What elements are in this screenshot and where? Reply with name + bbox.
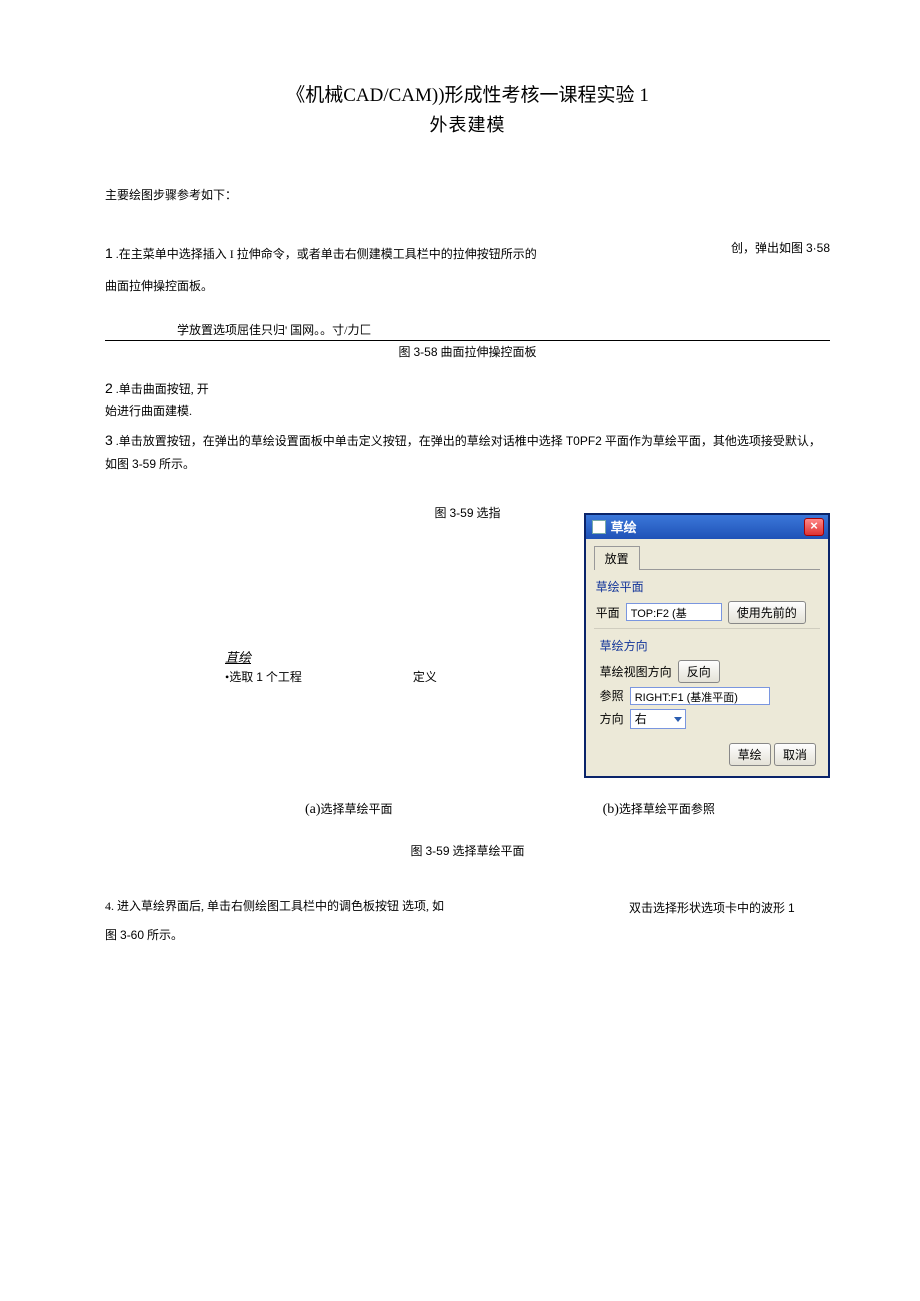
step1-right-a: 创，弹出如图 [731, 241, 803, 255]
sketch-heading: 苴绘 [225, 647, 464, 666]
sketch-panel-left: 苴绘 •选取 1 个工程 定义 [105, 513, 464, 685]
group-sketch-direction: 草绘方向 [600, 637, 816, 654]
ab-label-row: (a)选择草绘平面 (b)选择草绘平面参照 [105, 800, 830, 818]
sel-a: •选取 [225, 670, 253, 684]
group-sketch-plane: 草绘平面 [596, 578, 820, 595]
s4l2-b: 3-60 [120, 928, 144, 942]
dialog-title: 草绘 [611, 517, 637, 536]
step3-a: .单击放置按钮，在弹出的草绘设置面板中单击定义按钮，在弹出的草绘对话椎中选择 [113, 434, 563, 448]
cancel-button[interactable]: 取消 [774, 743, 816, 766]
figure-3-59-caption: 图 3-59 选择草绘平面 [105, 842, 830, 859]
step3-text: 3 .单击放置按钮，在弹出的草绘设置面板中单击定义按钮，在弹出的草绘对话椎中选择… [105, 427, 830, 476]
fig358-a: 图 [398, 345, 410, 359]
title-part-b: CAD/CAM)) [343, 85, 444, 106]
label-b-text: 选择草绘平面参照 [619, 802, 715, 816]
step1-num: 1 [105, 245, 113, 261]
step4-r-b: 1 [788, 901, 795, 915]
plane-label: 平面 [596, 604, 620, 621]
close-icon[interactable]: × [804, 518, 824, 536]
direction-label: 方向 [600, 710, 624, 727]
label-a-text: 选择草绘平面 [321, 802, 393, 816]
fig359p-c: 选指 [474, 506, 501, 520]
use-previous-button[interactable]: 使用先前的 [728, 601, 806, 624]
fig359-c: 选择草绘平面 [450, 844, 525, 858]
s4l2-c: 所示。 [144, 928, 183, 942]
divider-line [105, 340, 830, 341]
s4l2-a: 图 [105, 928, 117, 942]
figure-3-58-caption: 图 3-58 曲面拉伸操控面板 [105, 343, 830, 360]
doc-title-line1: 《机械CAD/CAM))形成性考核一课程实验 1 [105, 80, 830, 107]
tab-placement[interactable]: 放置 [594, 546, 640, 570]
step1-line2: 曲面拉伸操控面板。 [105, 276, 830, 298]
fig358-c: 曲面拉伸操控面板 [438, 345, 537, 359]
sel-b: 1 [256, 670, 263, 684]
dialog-tabstrip: 放置 [594, 545, 820, 570]
step1-text: .在主菜单中选择插入 I 拉伸命令，或者单击右侧建模工具栏中的拉伸按钮所示的 [113, 247, 537, 261]
indent-line: 学放置选项屈佳只归' 国网。。寸/力匚 [177, 321, 830, 338]
sel-c: 个工程 [263, 670, 302, 684]
step3-e: 所示。 [156, 457, 195, 471]
step3-b: T0PF2 [566, 434, 602, 448]
title-part-d: 1 [639, 85, 649, 106]
step2-line2: 始进行曲面建模. [105, 402, 830, 419]
fig359-b: 3-59 [425, 844, 449, 858]
intro-text: 主要绘图步骤参考如下： [105, 185, 830, 207]
step4-right: 双击选择形状选项卡中的波形 1 [545, 895, 795, 920]
plane-input[interactable]: TOP:F2 (基 [626, 603, 722, 621]
define-label: 定义 [413, 668, 437, 685]
step3-d: 3-59 [132, 457, 156, 471]
step4-left: 4. 进入草绘界面后, 单击右侧绘图工具栏中的调色板按钮 选项, 如 [105, 895, 545, 920]
sketch-dialog: 草绘 × 放置 草绘平面 平面 TOP:F2 (基 使用先前的 草绘方向 草绘视… [584, 513, 830, 778]
step1-right-b: 3·58 [806, 241, 830, 255]
title-part-c: 形成性考核一课程实验 [445, 85, 635, 106]
sketch-ok-button[interactable]: 草绘 [729, 743, 771, 766]
reference-label: 参照 [600, 687, 624, 704]
step2-line1: 2 .单击曲面按钮, 开 [105, 376, 830, 401]
direction-select[interactable]: 右 [630, 709, 686, 729]
reverse-button[interactable]: 反向 [678, 660, 720, 683]
view-direction-label: 草绘视图方向 [600, 663, 672, 680]
step1-line1: 1 .在主菜单中选择插入 I 拉伸命令，或者单击右侧建模工具栏中的拉伸按钮所示的 [105, 241, 830, 266]
reference-input[interactable]: RIGHT:F1 (基准平面) [630, 687, 770, 705]
fig358-b: 3-58 [413, 345, 437, 359]
step4-r-a: 双击选择形状选项卡中的波形 [629, 901, 785, 915]
dialog-titlebar[interactable]: 草绘 × [586, 515, 828, 539]
step2-text: .单击曲面按钮, 开 [113, 382, 209, 396]
label-b-prefix: (b) [603, 802, 619, 817]
step3-num: 3 [105, 432, 113, 448]
dialog-icon [592, 520, 606, 534]
step2-num: 2 [105, 380, 113, 396]
doc-title-line2: 外表建模 [105, 111, 830, 137]
label-a-prefix: (a) [305, 802, 321, 817]
step4-line2: 图 3-60 所示。 [105, 926, 830, 943]
step1-right-note: 创，弹出如图 3·58 [731, 239, 830, 256]
fig359-a: 图 [410, 844, 422, 858]
title-part-a: 《机械 [286, 85, 343, 106]
